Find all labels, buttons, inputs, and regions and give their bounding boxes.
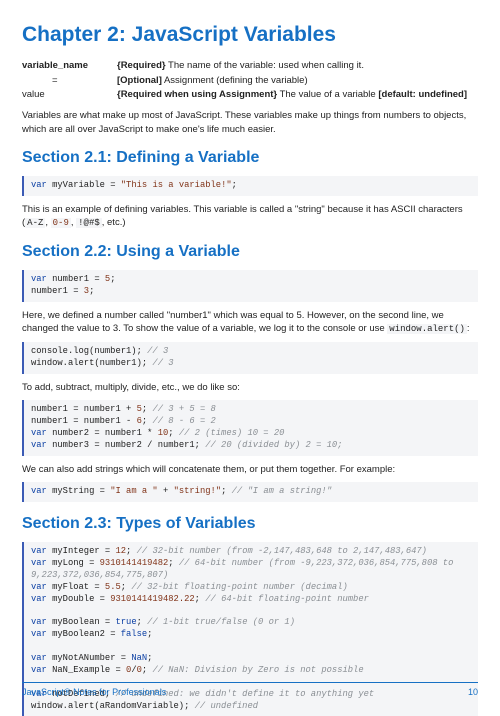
code-block: var number1 = 5; number1 = 3; [22, 270, 478, 302]
code-block: number1 = number1 + 5; // 3 + 5 = 8 numb… [22, 400, 478, 456]
body-paragraph: To add, subtract, multiply, divide, etc.… [22, 381, 478, 394]
inline-code: 0-9 [51, 218, 71, 228]
code-block: var myVariable = "This is a variable!"; [22, 176, 478, 196]
param-row: value {Required when using Assignment} T… [22, 88, 478, 101]
param-desc: {Required} The name of the variable: use… [117, 59, 478, 72]
footer-page-number: 10 [468, 686, 478, 699]
param-desc: [Optional] Assignment (defining the vari… [117, 74, 478, 87]
body-paragraph: This is an example of defining variables… [22, 203, 478, 230]
code-block: console.log(number1); // 3 window.alert(… [22, 342, 478, 374]
param-desc: {Required when using Assignment} The val… [117, 88, 478, 101]
inline-code: !@#$ [76, 218, 102, 228]
section-title: Section 2.1: Defining a Variable [22, 147, 478, 169]
code-block: var myString = "I am a " + "string!"; //… [22, 482, 478, 502]
intro-paragraph: Variables are what make up most of JavaS… [22, 109, 478, 136]
chapter-title: Chapter 2: JavaScript Variables [22, 20, 478, 49]
body-paragraph: Here, we defined a number called "number… [22, 309, 478, 336]
footer-left: JavaScript® Notes for Professionals [22, 686, 166, 699]
param-row: variable_name {Required} The name of the… [22, 59, 478, 72]
inline-code: A-Z [25, 218, 45, 228]
param-row: = [Optional] Assignment (defining the va… [22, 74, 478, 87]
body-paragraph: We can also add strings which will conca… [22, 463, 478, 476]
param-name: value [22, 88, 117, 101]
param-name: = [22, 74, 117, 87]
inline-code: window.alert() [387, 324, 467, 334]
section-title: Section 2.3: Types of Variables [22, 513, 478, 535]
page-footer: JavaScript® Notes for Professionals 10 [22, 682, 478, 699]
param-table: variable_name {Required} The name of the… [22, 59, 478, 101]
param-name: variable_name [22, 59, 117, 72]
section-title: Section 2.2: Using a Variable [22, 241, 478, 263]
